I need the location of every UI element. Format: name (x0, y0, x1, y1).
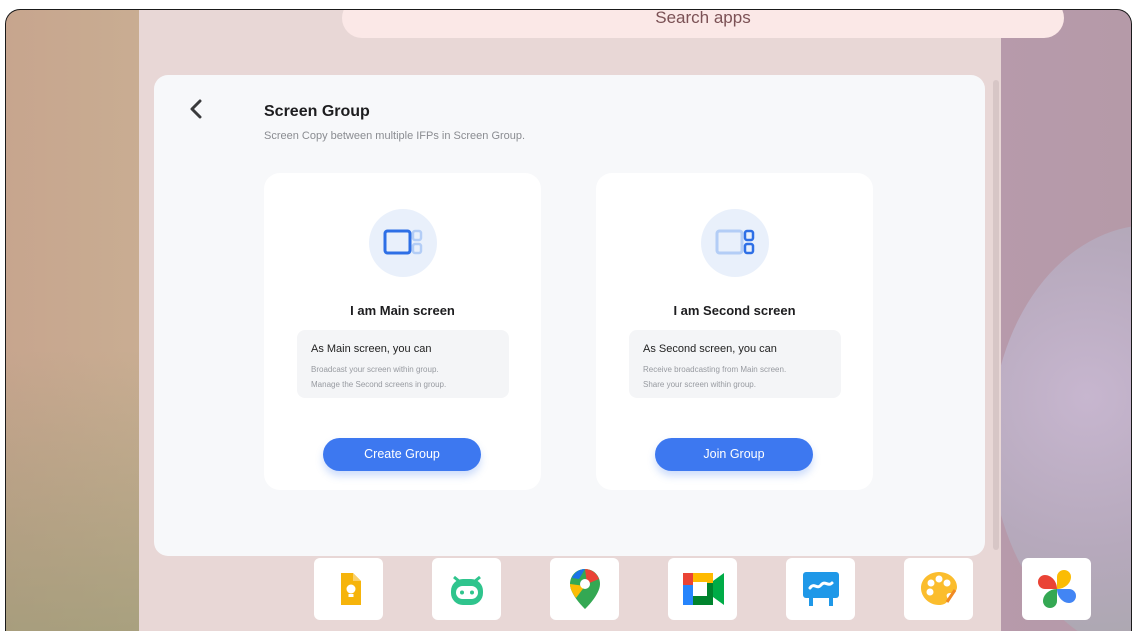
main-screen-info-line: Broadcast your screen within group. (311, 365, 439, 374)
dialog-title: Screen Group (264, 103, 370, 120)
main-screen-card: I am Main screen As Main screen, you can… (264, 173, 541, 490)
second-screen-card: I am Second screen As Second screen, you… (596, 173, 873, 490)
maps-icon[interactable] (550, 558, 619, 620)
pinwheel-icon[interactable] (1022, 558, 1091, 620)
screen-frame: Search apps Screen Group Screen Copy bet… (5, 9, 1132, 631)
wallpaper-shade (6, 350, 139, 631)
keep-notes-icon[interactable] (314, 558, 383, 620)
main-screen-info-heading: As Main screen, you can (311, 343, 432, 355)
search-placeholder: Search apps (655, 9, 751, 27)
second-screen-info-line: Receive broadcasting from Main screen. (643, 365, 787, 374)
back-button[interactable] (185, 97, 207, 121)
second-screen-info-heading: As Second screen, you can (643, 343, 777, 355)
main-screen-info-line: Manage the Second screens in group. (311, 380, 447, 389)
create-group-button[interactable]: Create Group (323, 438, 481, 471)
screen-group-dialog: Screen Group Screen Copy between multipl… (154, 75, 985, 556)
second-screen-title: I am Second screen (673, 303, 796, 318)
meet-icon[interactable] (668, 558, 737, 620)
app-dock (314, 558, 1104, 620)
scrollbar-track[interactable] (993, 80, 999, 550)
paint-palette-icon[interactable] (904, 558, 973, 620)
dialog-subtitle: Screen Copy between multiple IFPs in Scr… (264, 130, 526, 142)
second-screen-icon (701, 209, 769, 277)
whiteboard-icon[interactable] (786, 558, 855, 620)
main-screen-info-box: As Main screen, you can Broadcast your s… (297, 330, 509, 398)
second-screen-info-box: As Second screen, you can Receive broadc… (629, 330, 841, 398)
chevron-left-icon (190, 99, 202, 119)
main-screen-icon (369, 209, 437, 277)
search-apps-input[interactable]: Search apps (342, 9, 1064, 38)
join-group-button[interactable]: Join Group (655, 438, 813, 471)
robot-app-icon[interactable] (432, 558, 501, 620)
second-screen-info-line: Share your screen within group. (643, 380, 756, 389)
main-screen-title: I am Main screen (350, 303, 455, 318)
